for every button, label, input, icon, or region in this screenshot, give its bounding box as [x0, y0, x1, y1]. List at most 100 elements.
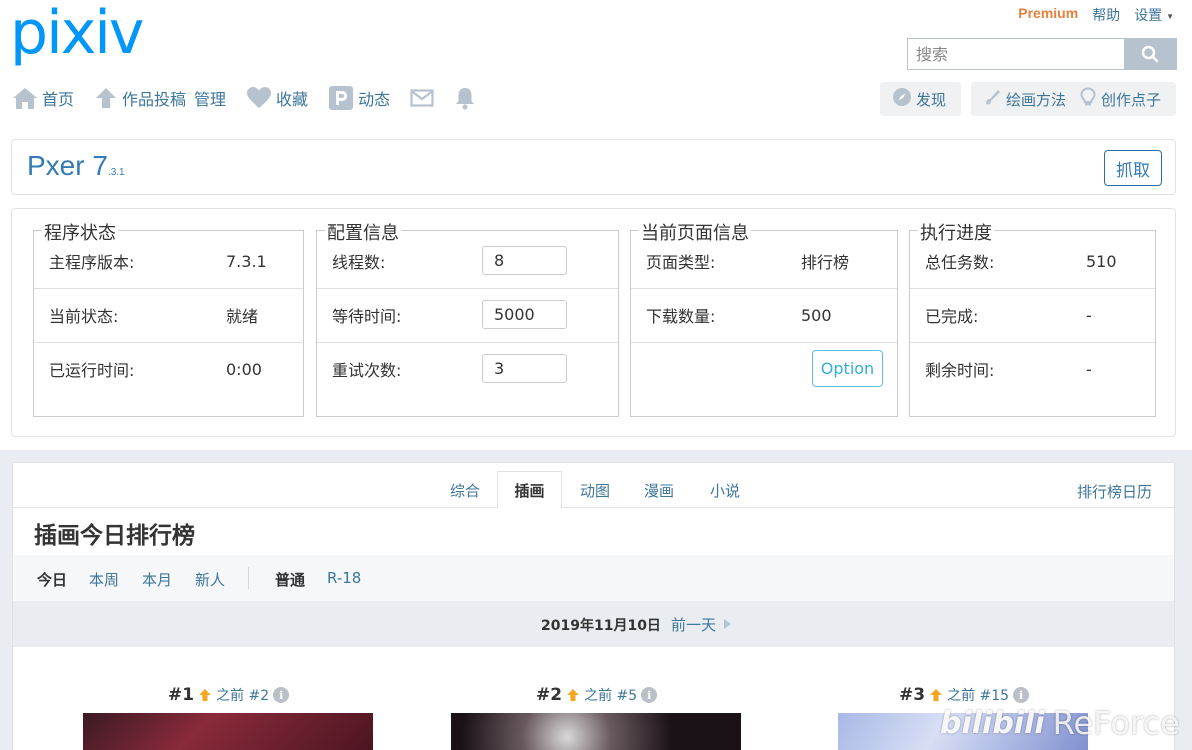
settings-link[interactable]: 设置 ▼: [1134, 5, 1174, 25]
fetch-button[interactable]: 抓取: [1104, 150, 1162, 186]
filter-weekly[interactable]: 本周: [89, 569, 119, 590]
rank-entry-1: #1 之前 #2 i: [168, 685, 290, 705]
nav-feed-label: 动态: [358, 90, 391, 109]
previous-rank: 之前 #5: [584, 688, 638, 704]
wait-time-input[interactable]: [482, 300, 567, 329]
config-fieldset: 配置信息 线程数: 等待时间: 重试次数:: [316, 219, 619, 417]
brush-icon: [983, 87, 1003, 111]
howto-label: 绘画方法: [1006, 90, 1067, 109]
ranking-tabs: 综合 插画 动图 漫画 小说 排行榜日历: [13, 463, 1174, 509]
row-label: 下载数量:: [646, 307, 716, 326]
nav-manage[interactable]: 管理: [194, 86, 226, 110]
tab-illustration[interactable]: 插画: [497, 471, 562, 509]
tab-manga[interactable]: 漫画: [631, 473, 687, 508]
tab-novel[interactable]: 小说: [697, 473, 753, 508]
nav-bookmarks-label: 收藏: [276, 90, 309, 109]
page-title: 插画今日排行榜: [34, 523, 195, 549]
date-bar: 2019年11月10日 前一天: [13, 601, 1174, 647]
row-label: 当前状态:: [49, 307, 119, 326]
option-button[interactable]: Option: [812, 350, 883, 387]
nav-post-label: 作品投稿: [122, 90, 187, 109]
rank-number: #1: [168, 685, 195, 705]
prev-day-link[interactable]: 前一天: [671, 614, 716, 635]
row-value: 0:00: [226, 359, 262, 379]
filter-monthly[interactable]: 本月: [142, 569, 172, 590]
pxer-version: .3.1: [107, 167, 125, 178]
rank-entry-3: #3 之前 #15 i: [899, 685, 1030, 705]
row-value: 500: [801, 305, 832, 325]
page-info-row-count: 下载数量: 500: [631, 288, 897, 342]
top-links: Premium 帮助 设置 ▼: [1018, 5, 1174, 25]
ideas-button[interactable]: 创作点子: [1078, 87, 1161, 111]
row-label: 线程数:: [332, 253, 386, 272]
config-row-wait: 等待时间:: [317, 288, 618, 342]
filter-divider: [248, 567, 249, 589]
search-icon: [1141, 45, 1159, 63]
info-icon[interactable]: i: [641, 687, 658, 703]
triangle-right-icon: [724, 619, 731, 629]
nav-messages[interactable]: [410, 88, 434, 108]
discover-label: 发现: [916, 90, 947, 109]
nav-bookmarks[interactable]: 收藏: [246, 86, 308, 110]
rank-up-icon: [567, 689, 580, 701]
row-value: 就绪: [226, 307, 259, 326]
row-label: 等待时间:: [332, 307, 402, 326]
compass-icon: [892, 87, 912, 111]
artwork-thumbnail[interactable]: [451, 713, 741, 750]
info-icon[interactable]: i: [1013, 687, 1030, 703]
config-row-retry: 重试次数:: [317, 342, 618, 396]
pxer-title: Pxer 7.3.1: [27, 150, 125, 182]
search-box: [907, 38, 1177, 70]
retry-input[interactable]: [482, 354, 567, 383]
rank-number: #3: [899, 685, 926, 705]
tab-overall[interactable]: 综合: [437, 473, 493, 508]
nav-manage-label: 管理: [194, 90, 227, 109]
nav-post[interactable]: 作品投稿: [94, 86, 186, 110]
heart-icon: [246, 86, 272, 110]
search-input[interactable]: [908, 39, 1124, 69]
settings-label: 设置: [1134, 7, 1163, 23]
howto-button[interactable]: 绘画方法: [983, 87, 1066, 111]
period-filter-bar: 今日 本周 本月 新人 普通 R-18: [13, 555, 1174, 601]
home-icon: [12, 86, 38, 110]
help-link[interactable]: 帮助: [1092, 5, 1120, 25]
watermark-bilibili: bilibili: [940, 705, 1045, 741]
rank-up-icon: [199, 689, 212, 701]
pixiv-logo[interactable]: pixiv: [10, 2, 144, 64]
status-fieldset: 程序状态 主程序版本: 7.3.1 当前状态: 就绪 已运行时间: 0:00: [33, 219, 304, 417]
nav-feed[interactable]: 动态: [328, 85, 390, 111]
premium-link[interactable]: Premium: [1018, 5, 1078, 25]
pixiv-feed-icon: [328, 85, 354, 111]
page-info-fieldset: 当前页面信息 页面类型: 排行榜 下载数量: 500 Option: [630, 219, 898, 417]
pxer-panel: 程序状态 主程序版本: 7.3.1 当前状态: 就绪 已运行时间: 0:00 配…: [11, 208, 1176, 437]
row-label: 重试次数:: [332, 361, 402, 380]
progress-row-remaining: 剩余时间: -: [910, 342, 1155, 396]
progress-row-total: 总任务数: 510: [910, 234, 1155, 288]
nav-home[interactable]: 首页: [12, 86, 74, 110]
row-value: -: [1086, 359, 1092, 379]
bell-icon: [454, 86, 476, 110]
status-row-state: 当前状态: 就绪: [34, 288, 303, 342]
row-label: 主程序版本:: [49, 253, 135, 272]
filter-daily[interactable]: 今日: [37, 569, 67, 590]
tab-ugoira[interactable]: 动图: [567, 473, 623, 508]
nav-notifications[interactable]: [454, 86, 476, 110]
row-label: 已完成:: [925, 307, 979, 326]
discover-button[interactable]: 发现: [880, 82, 961, 116]
info-icon[interactable]: i: [273, 687, 290, 703]
lightbulb-icon: [1078, 87, 1098, 111]
config-row-threads: 线程数:: [317, 234, 618, 288]
artwork-thumbnail[interactable]: [83, 713, 373, 750]
mail-icon: [410, 88, 434, 108]
row-value: 排行榜: [801, 253, 850, 272]
filter-general[interactable]: 普通: [275, 569, 305, 590]
filter-r18[interactable]: R-18: [327, 569, 361, 587]
search-button[interactable]: [1124, 39, 1176, 69]
previous-rank: 之前 #15: [947, 688, 1010, 704]
row-label: 页面类型:: [646, 253, 716, 272]
status-row-version: 主程序版本: 7.3.1: [34, 234, 303, 288]
ranking-calendar-link[interactable]: 排行榜日历: [1077, 481, 1152, 502]
threads-input[interactable]: [482, 246, 567, 275]
ranking-date: 2019年11月10日: [541, 618, 661, 634]
filter-rookie[interactable]: 新人: [195, 569, 225, 590]
